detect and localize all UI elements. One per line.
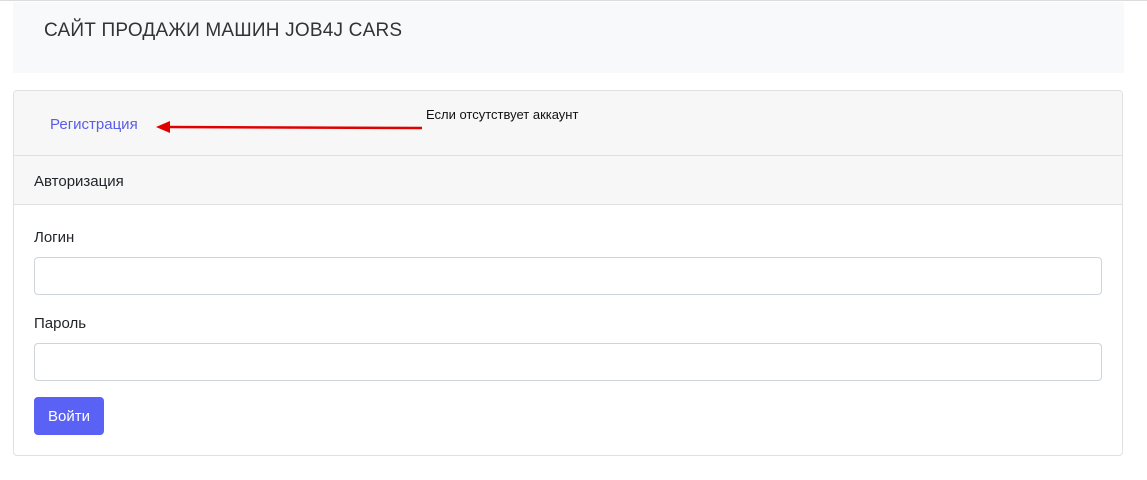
navbar: САЙТ ПРОДАЖИ МАШИН JOB4J CARS (13, 2, 1124, 73)
card-header: Авторизация (14, 156, 1122, 205)
login-label: Логин (34, 229, 75, 246)
annotation-arrow-icon (156, 121, 423, 133)
register-link[interactable]: Регистрация (50, 116, 138, 133)
site-brand-title[interactable]: САЙТ ПРОДАЖИ МАШИН JOB4J CARS (44, 20, 402, 42)
annotation-note: Если отсутствует аккаунт (426, 107, 579, 122)
login-button[interactable]: Войти (34, 397, 104, 435)
password-input[interactable] (34, 343, 1102, 381)
top-border (0, 0, 1147, 1)
card-nav: Регистрация Если отсутствует аккаунт (14, 91, 1122, 156)
login-input[interactable] (34, 257, 1102, 295)
login-card: Регистрация Если отсутствует аккаунт Авт… (13, 90, 1123, 456)
password-label: Пароль (34, 315, 87, 332)
card-header-title: Авторизация (34, 173, 124, 190)
